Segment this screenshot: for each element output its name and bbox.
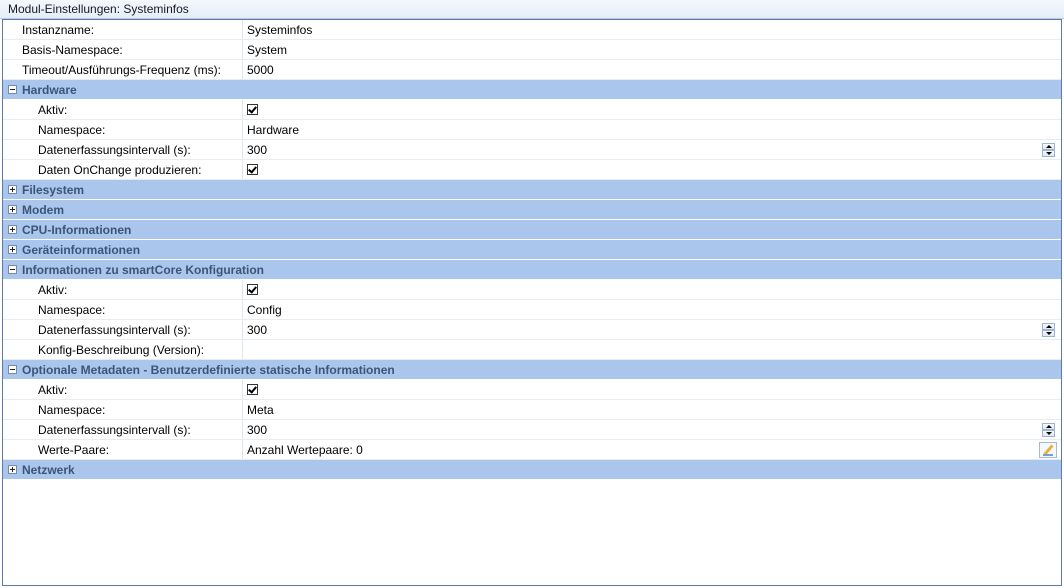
property-label: Datenerfassungsintervall (s):	[3, 320, 243, 339]
category-metadaten[interactable]: Optionale Metadaten - Benutzerdefinierte…	[3, 360, 1061, 380]
category-label: Geräteinformationen	[22, 242, 141, 257]
aktiv-checkbox[interactable]	[247, 284, 258, 295]
property-value: Anzahl Wertepaare: 0	[247, 442, 363, 457]
property-label: Instanzname:	[3, 20, 243, 39]
property-grid: Instanzname: Systeminfos Basis-Namespace…	[2, 19, 1062, 586]
property-value[interactable]: Systeminfos	[243, 20, 1061, 39]
plus-box-icon[interactable]	[8, 225, 17, 234]
spinner-control[interactable]	[1042, 323, 1055, 337]
property-value[interactable]	[243, 340, 1061, 359]
property-label: Konfig-Beschreibung (Version):	[3, 340, 243, 359]
onchange-checkbox[interactable]	[247, 164, 258, 175]
property-value[interactable]: Config	[243, 300, 1061, 319]
category-label: Informationen zu smartCore Konfiguration	[22, 262, 265, 277]
spinner-control[interactable]	[1042, 143, 1055, 157]
property-row-hardware-aktiv[interactable]: Aktiv:	[3, 100, 1061, 120]
aktiv-checkbox[interactable]	[247, 384, 258, 395]
property-row-smartcore-aktiv[interactable]: Aktiv:	[3, 280, 1061, 300]
category-hardware[interactable]: Hardware	[3, 80, 1061, 100]
property-row-meta-aktiv[interactable]: Aktiv:	[3, 380, 1061, 400]
property-label: Datenerfassungsintervall (s):	[3, 140, 243, 159]
category-cpu[interactable]: CPU-Informationen	[3, 220, 1061, 240]
plus-box-icon[interactable]	[8, 465, 17, 474]
spin-down-icon[interactable]	[1042, 150, 1055, 157]
property-label: Namespace:	[3, 400, 243, 419]
category-label: Netzwerk	[22, 462, 75, 477]
window-title: Modul-Einstellungen: Systeminfos	[0, 0, 1064, 19]
property-value[interactable]: 300	[247, 323, 267, 337]
category-smartcore[interactable]: Informationen zu smartCore Konfiguration	[3, 260, 1061, 280]
category-label: Hardware	[22, 82, 77, 97]
property-row-smartcore-beschreibung[interactable]: Konfig-Beschreibung (Version):	[3, 340, 1061, 360]
spin-down-icon[interactable]	[1042, 330, 1055, 337]
plus-box-icon[interactable]	[8, 185, 17, 194]
minus-box-icon[interactable]	[8, 265, 17, 274]
property-row-basis-namespace[interactable]: Basis-Namespace: System	[3, 40, 1061, 60]
category-filesystem[interactable]: Filesystem	[3, 180, 1061, 200]
module-settings-window: Modul-Einstellungen: Systeminfos Instanz…	[0, 0, 1064, 588]
property-row-hardware-intervall[interactable]: Datenerfassungsintervall (s): 300	[3, 140, 1061, 160]
category-geraeteinformationen[interactable]: Geräteinformationen	[3, 240, 1061, 260]
category-label: Modem	[22, 202, 64, 217]
property-row-instanzname[interactable]: Instanzname: Systeminfos	[3, 20, 1061, 40]
property-label: Datenerfassungsintervall (s):	[3, 420, 243, 439]
plus-box-icon[interactable]	[8, 245, 17, 254]
category-label: Optionale Metadaten - Benutzerdefinierte…	[22, 362, 395, 377]
property-label: Basis-Namespace:	[3, 40, 243, 59]
property-row-smartcore-namespace[interactable]: Namespace: Config	[3, 300, 1061, 320]
category-netzwerk[interactable]: Netzwerk	[3, 460, 1061, 480]
property-label: Werte-Paare:	[3, 440, 243, 459]
aktiv-checkbox[interactable]	[247, 104, 258, 115]
minus-box-icon[interactable]	[8, 365, 17, 374]
property-row-meta-werte-paare[interactable]: Werte-Paare: Anzahl Wertepaare: 0	[3, 440, 1061, 460]
property-row-meta-namespace[interactable]: Namespace: Meta	[3, 400, 1061, 420]
property-row-timeout[interactable]: Timeout/Ausführungs-Frequenz (ms): 5000	[3, 60, 1061, 80]
spin-up-icon[interactable]	[1042, 323, 1055, 330]
property-value[interactable]: Hardware	[243, 120, 1061, 139]
property-value[interactable]: 300	[247, 423, 267, 437]
property-label: Namespace:	[3, 120, 243, 139]
spin-up-icon[interactable]	[1042, 143, 1055, 150]
property-value[interactable]: 300	[247, 143, 267, 157]
minus-box-icon[interactable]	[8, 85, 17, 94]
property-label: Daten OnChange produzieren:	[3, 160, 243, 179]
property-label: Timeout/Ausführungs-Frequenz (ms):	[3, 60, 243, 79]
property-row-hardware-namespace[interactable]: Namespace: Hardware	[3, 120, 1061, 140]
category-modem[interactable]: Modem	[3, 200, 1061, 220]
pencil-edit-icon[interactable]	[1039, 442, 1057, 458]
category-label: CPU-Informationen	[22, 222, 132, 237]
category-label: Filesystem	[22, 182, 85, 197]
property-row-hardware-onchange[interactable]: Daten OnChange produzieren:	[3, 160, 1061, 180]
property-value[interactable]: Meta	[243, 400, 1061, 419]
property-label: Aktiv:	[3, 100, 243, 119]
property-label: Aktiv:	[3, 280, 243, 299]
property-value[interactable]: 5000	[243, 60, 1061, 79]
spin-up-icon[interactable]	[1042, 423, 1055, 430]
property-row-meta-intervall[interactable]: Datenerfassungsintervall (s): 300	[3, 420, 1061, 440]
spinner-control[interactable]	[1042, 423, 1055, 437]
plus-box-icon[interactable]	[8, 205, 17, 214]
property-row-smartcore-intervall[interactable]: Datenerfassungsintervall (s): 300	[3, 320, 1061, 340]
property-label: Namespace:	[3, 300, 243, 319]
property-label: Aktiv:	[3, 380, 243, 399]
spin-down-icon[interactable]	[1042, 430, 1055, 437]
property-value[interactable]: System	[243, 40, 1061, 59]
